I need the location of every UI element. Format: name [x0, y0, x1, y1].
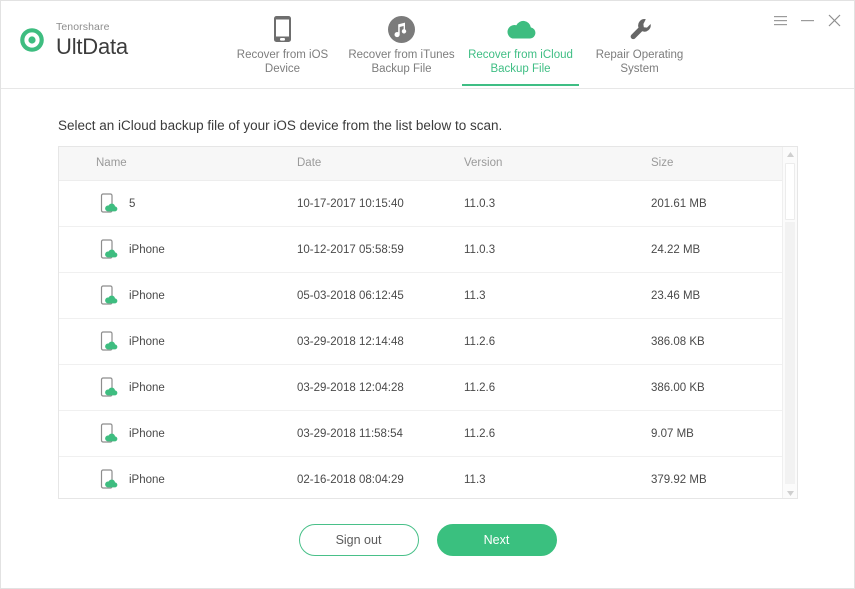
table-row[interactable]: iPhone 05-03-2018 06:12:45 11.3 23.46 MB [59, 273, 797, 319]
table-row[interactable]: iPhone 02-16-2018 08:04:29 11.3 379.92 M… [59, 457, 797, 499]
brand-subtitle: Tenorshare [56, 22, 128, 33]
table-row[interactable]: iPhone 03-29-2018 12:14:48 11.2.6 386.08… [59, 319, 797, 365]
tab-active-underline [462, 84, 579, 86]
cell-version: 11.3 [464, 290, 486, 302]
cell-version: 11.0.3 [464, 244, 495, 256]
cell-size: 24.22 MB [651, 244, 700, 256]
cell-size: 379.92 MB [651, 474, 707, 486]
tab-label-line2: Backup File [371, 63, 431, 75]
cell-version: 11.0.3 [464, 198, 495, 210]
minimize-icon[interactable] [800, 13, 815, 28]
cell-size: 386.08 KB [651, 336, 705, 348]
table-row[interactable]: iPhone 03-29-2018 12:04:28 11.2.6 386.00… [59, 365, 797, 411]
cell-name: iPhone [129, 428, 165, 440]
phone-cloud-backup-icon [96, 284, 120, 308]
cell-version: 11.3 [464, 474, 486, 486]
wrench-icon [580, 12, 699, 46]
cell-name: 5 [129, 198, 135, 210]
phone-cloud-backup-icon [96, 192, 120, 216]
cell-name: iPhone [129, 244, 165, 256]
table-header-row: Name Date Version Size [59, 147, 797, 181]
tab-repair-operating-system[interactable]: Repair Operating System [580, 1, 699, 89]
tab-label-line2: Backup File [490, 63, 550, 75]
table-row[interactable]: 5 10-17-2017 10:15:40 11.0.3 201.61 MB [59, 181, 797, 227]
tab-label-line1: Repair Operating [596, 49, 684, 61]
cell-version: 11.2.6 [464, 382, 495, 394]
cell-size: 201.61 MB [651, 198, 707, 210]
cell-date: 05-03-2018 06:12:45 [297, 290, 404, 302]
tab-label: Recover from iCloud Backup File [461, 48, 580, 76]
cell-name: iPhone [129, 474, 165, 486]
cell-version: 11.2.6 [464, 336, 495, 348]
cell-size: 23.46 MB [651, 290, 700, 302]
scrollbar-track[interactable] [785, 222, 795, 484]
cell-date: 03-29-2018 12:14:48 [297, 336, 404, 348]
tab-label: Recover from iOS Device [223, 48, 342, 76]
tab-label-line1: Recover from iCloud [468, 49, 573, 61]
cell-date: 10-12-2017 05:58:59 [297, 244, 404, 256]
tab-label: Repair Operating System [580, 48, 699, 76]
brand-logo-area: Tenorshare UltData [17, 22, 128, 58]
column-header-version: Version [464, 157, 502, 169]
phone-cloud-backup-icon [96, 238, 120, 262]
table-body: 5 10-17-2017 10:15:40 11.0.3 201.61 MB i… [59, 181, 797, 499]
cell-size: 386.00 KB [651, 382, 705, 394]
tab-label: Recover from iTunes Backup File [342, 48, 461, 76]
backup-file-list: Name Date Version Size 5 10-17-2017 10:1… [58, 146, 798, 499]
instruction-text: Select an iCloud backup file of your iOS… [58, 118, 502, 133]
scrollbar-thumb[interactable] [785, 163, 795, 220]
close-icon[interactable] [827, 13, 842, 28]
tab-label-line2: Device [265, 63, 300, 75]
cell-version: 11.2.6 [464, 428, 495, 440]
cell-date: 02-16-2018 08:04:29 [297, 474, 404, 486]
main-navigation: Recover from iOS Device Recover from iTu… [223, 1, 699, 89]
recycle-circle-icon [17, 25, 47, 55]
scroll-up-arrow-icon[interactable] [783, 147, 797, 161]
tab-recover-from-icloud-backup[interactable]: Recover from iCloud Backup File [461, 1, 580, 89]
table-scrollbar[interactable] [782, 147, 797, 499]
tab-label-line1: Recover from iTunes [348, 49, 454, 61]
table-row[interactable]: iPhone 03-29-2018 11:58:54 11.2.6 9.07 M… [59, 411, 797, 457]
cell-size: 9.07 MB [651, 428, 694, 440]
cell-name: iPhone [129, 382, 165, 394]
hamburger-menu-icon[interactable] [773, 13, 788, 28]
tab-label-line2: System [620, 63, 658, 75]
next-button[interactable]: Next [437, 524, 557, 556]
cell-date: 03-29-2018 11:58:54 [297, 428, 403, 440]
tab-recover-from-ios-device[interactable]: Recover from iOS Device [223, 1, 342, 89]
footer-actions: Sign out Next [1, 524, 854, 556]
column-header-name: Name [96, 157, 127, 169]
phone-cloud-backup-icon [96, 330, 120, 354]
brand-text: Tenorshare UltData [56, 22, 128, 58]
cell-date: 03-29-2018 12:04:28 [297, 382, 404, 394]
sign-out-button[interactable]: Sign out [299, 524, 419, 556]
cloud-icon [461, 12, 580, 46]
phone-cloud-backup-icon [96, 422, 120, 446]
table-row[interactable]: iPhone 10-12-2017 05:58:59 11.0.3 24.22 … [59, 227, 797, 273]
column-header-date: Date [297, 157, 321, 169]
cell-date: 10-17-2017 10:15:40 [297, 198, 404, 210]
smartphone-icon [223, 12, 342, 46]
itunes-music-note-icon [342, 12, 461, 46]
app-header: Tenorshare UltData Recover from iOS Devi… [1, 1, 854, 89]
window-controls [773, 13, 842, 28]
column-header-size: Size [651, 157, 673, 169]
brand-name: UltData [56, 35, 128, 58]
scroll-down-arrow-icon[interactable] [783, 486, 797, 499]
cell-name: iPhone [129, 290, 165, 302]
phone-cloud-backup-icon [96, 376, 120, 400]
app-window: Tenorshare UltData Recover from iOS Devi… [0, 0, 855, 589]
phone-cloud-backup-icon [96, 468, 120, 492]
tab-label-line1: Recover from iOS [237, 49, 328, 61]
cell-name: iPhone [129, 336, 165, 348]
tab-recover-from-itunes-backup[interactable]: Recover from iTunes Backup File [342, 1, 461, 89]
